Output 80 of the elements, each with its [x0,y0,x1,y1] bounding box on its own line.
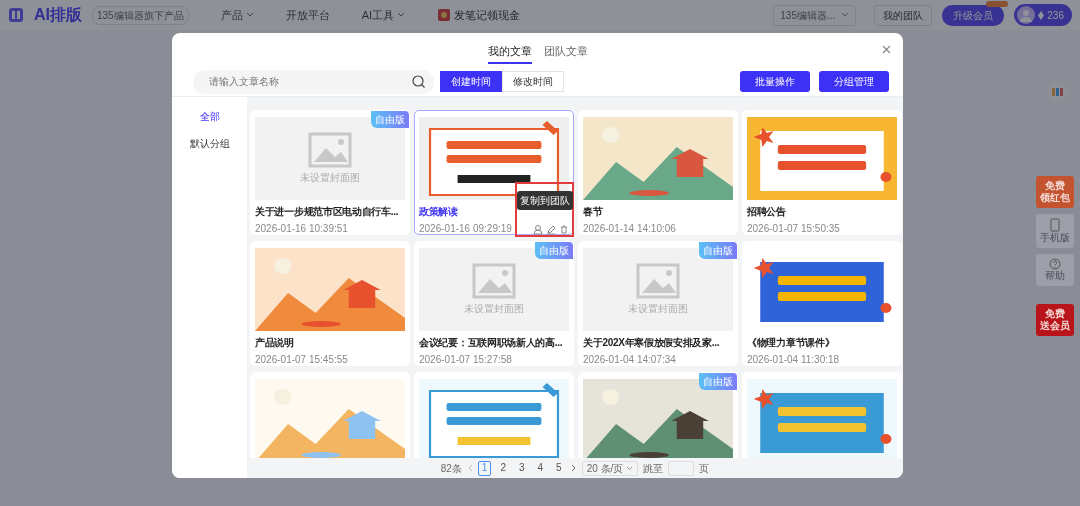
caret-icon [841,12,850,18]
sort-toggle[interactable]: 创建时间 [440,71,502,92]
nav-link[interactable]: 产品 [220,6,254,24]
next-icon[interactable] [570,464,577,472]
article-card[interactable]: 未设置封面图 自由版 会议纪要：互联网职场新人的高... 2026-01-07 15:27:58 [414,241,574,366]
article-date: 2026-01-16 10:39:51 [255,222,348,236]
article-title[interactable]: 关于进一步规范市区电动自行车... [255,204,405,219]
avatar-icon [1017,6,1036,24]
edition-badge: 自由版 [535,242,573,259]
article-date: 2026-01-07 15:45:55 [255,353,348,367]
promo-button[interactable]: 免费 领红包 [1036,176,1074,208]
article-card[interactable]: 《物理力章节课件》 2026-01-04 11:30:18 [742,241,902,366]
article-date: 2026-01-14 14:10:06 [583,222,676,236]
cover-placeholder-text: 未设置封面图 [628,302,688,316]
caret-icon [626,465,634,471]
team-button[interactable]: 我的团队 [874,4,933,26]
prev-icon[interactable] [466,464,473,472]
nav-link[interactable]: 开放平台 [285,6,330,24]
article-date: 2026-01-04 14:07:34 [583,353,676,367]
diamond-icon [1038,10,1045,20]
caret-icon [245,12,254,18]
search-icon [412,74,425,88]
help-icon [1049,258,1061,271]
trash-icon[interactable] [559,223,569,235]
team-icon[interactable] [533,223,543,235]
points-count: 236 [1047,8,1064,23]
article-title[interactable]: 招聘公告 [747,204,897,219]
edit-icon[interactable] [546,223,556,235]
cover-placeholder-text: 未设置封面图 [464,302,524,316]
article-date: 2026-01-07 15:50:35 [747,222,840,236]
article-title[interactable]: 产品说明 [255,335,405,350]
tooltip: 复制到团队 [517,191,573,210]
editor-select[interactable]: 135编辑器... [773,4,857,26]
page-unit-label: 页 [699,461,710,476]
page-button[interactable]: 3 [514,460,529,476]
tab[interactable]: 我的文章 [487,41,532,64]
total-count: 82条 [440,461,462,476]
image-placeholder-icon [308,132,352,168]
article-card[interactable]: 未设置封面图 自由版 关于202X年寒假放假安排及家... 2026-01-04 14:07:34 [578,241,738,366]
article-date: 2026-01-07 15:27:58 [419,353,512,367]
promo-link[interactable]: 发笔记领现金 [454,6,521,24]
article-card[interactable]: 招聘公告 2026-01-07 15:50:35 [742,110,902,235]
cover-placeholder-text: 未设置封面图 [300,171,360,185]
image-placeholder-icon [636,263,680,299]
gift-icon [437,8,452,22]
article-card[interactable]: 政策解读 2026-01-16 09:29:19 复制到团队 [414,110,574,235]
phone-icon [1050,218,1060,232]
edition-badge: 自由版 [371,111,409,128]
article-date: 2026-01-04 11:30:18 [747,353,840,367]
edition-badge: 自由版 [699,242,737,259]
nav-link[interactable]: AI工具 [361,6,406,24]
promo-button[interactable]: 免费 送会员 [1036,304,1074,337]
article-card[interactable]: 未设置封面图 自由版 关于进一步规范市区电动自行车... 2026-01-16 10:39:51 [250,110,410,235]
page-size-select[interactable]: 20 条/页 [581,460,639,476]
article-title[interactable]: 会议纪要：互联网职场新人的高... [419,335,569,350]
edition-badge: 自由版 [699,373,737,390]
article-title[interactable]: 关于202X年寒假放假安排及家... [583,335,733,350]
action-button[interactable]: 批量操作 [740,71,810,92]
article-card[interactable]: 春节 2026-01-14 14:10:06 [578,110,738,235]
jump-label: 跳至 [643,461,664,476]
page-input[interactable] [668,460,695,476]
page-button[interactable]: 5 [552,460,566,476]
search-field[interactable]: 请输入文章名称 [193,69,434,94]
tagline: 135编辑器旗下产品 [92,5,189,25]
page-button[interactable]: 2 [496,460,510,476]
caret-icon [397,12,406,18]
article-title[interactable]: 《物理力章节课件》 [747,335,897,350]
action-button[interactable]: 分组管理 [819,71,889,92]
article-date: 2026-01-16 09:29:19 [419,222,512,236]
logo-icon [8,7,24,23]
promo-badge [986,0,1009,7]
logo-text: AI排版 [34,5,82,25]
highlight-frame [515,182,574,237]
tab[interactable]: 团队文章 [543,41,588,64]
article-title[interactable]: 春节 [583,204,733,219]
page-button[interactable]: 4 [533,460,548,476]
image-placeholder-icon [472,263,516,299]
close-icon[interactable] [882,45,891,54]
sort-toggle[interactable]: 修改时间 [502,71,564,92]
article-card[interactable]: 产品说明 2026-01-07 15:45:55 [250,241,410,366]
